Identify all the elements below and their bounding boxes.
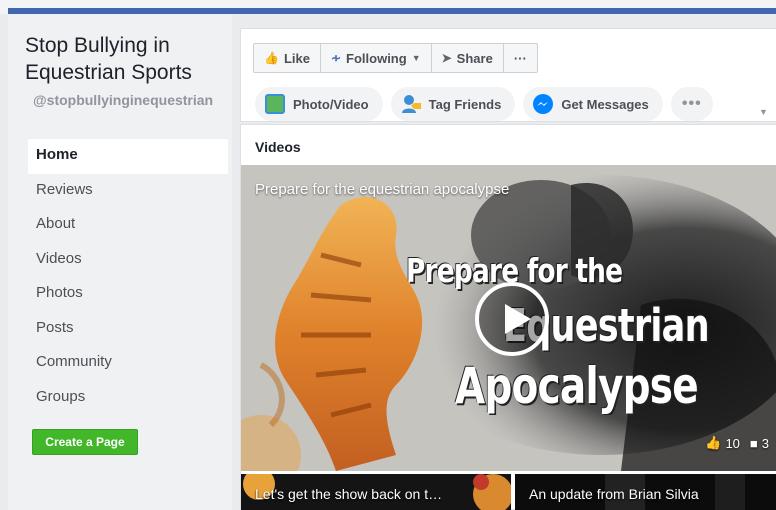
- page-title[interactable]: Stop Bullying in Equestrian Sports: [25, 32, 225, 86]
- like-button[interactable]: 👍 Like: [254, 44, 321, 72]
- video-thumb-caption: An update from Brian Silvia: [529, 486, 699, 502]
- following-button[interactable]: ∻ Following ▼: [321, 44, 432, 72]
- like-count: 10: [725, 435, 740, 451]
- nav-item-about[interactable]: About: [28, 208, 228, 243]
- play-icon[interactable]: [475, 282, 549, 356]
- composer-actions: Photo/Video Tag Friends Get Messages •••: [255, 87, 713, 121]
- nav-item-videos[interactable]: Videos: [28, 243, 228, 278]
- nav-item-reviews[interactable]: Reviews: [28, 174, 228, 209]
- video-thumb[interactable]: Let's get the show back on t…: [241, 474, 511, 510]
- scroll-down-icon[interactable]: ▼: [759, 107, 768, 117]
- create-page-button[interactable]: Create a Page: [32, 429, 138, 455]
- nav-item-photos[interactable]: Photos: [28, 277, 228, 312]
- following-label: Following: [346, 50, 407, 66]
- page-buttons: 👍 Like ∻ Following ▼ ➤ Share ···: [253, 43, 538, 73]
- comment-icon: ■: [749, 435, 758, 451]
- more-actions-button[interactable]: ···: [504, 44, 537, 72]
- like-icon: 👍: [264, 51, 279, 65]
- photo-video-label: Photo/Video: [293, 96, 369, 112]
- share-label: Share: [456, 50, 493, 66]
- page-nav: Home Reviews About Videos Photos Posts C…: [28, 139, 228, 415]
- top-bar: [0, 0, 776, 14]
- composer-more-button[interactable]: •••: [670, 87, 713, 121]
- tag-friends-button[interactable]: Tag Friends: [390, 87, 516, 121]
- nav-item-groups[interactable]: Groups: [28, 381, 228, 416]
- nav-item-posts[interactable]: Posts: [28, 312, 228, 347]
- like-count-icon: 👍: [705, 435, 722, 450]
- rss-icon: ∻: [330, 51, 342, 65]
- photo-video-button[interactable]: Photo/Video: [255, 87, 383, 121]
- get-messages-button[interactable]: Get Messages: [523, 87, 663, 121]
- poster-line-3: Apocalypse: [455, 357, 699, 415]
- get-messages-label: Get Messages: [561, 96, 649, 112]
- video-thumb[interactable]: An update from Brian Silvia: [515, 474, 776, 510]
- like-label: Like: [283, 50, 310, 66]
- featured-video-caption: Prepare for the equestrian apocalypse: [255, 181, 510, 198]
- featured-video[interactable]: Prepare for the equestrian apocalypse Pr…: [241, 165, 776, 471]
- share-icon: ➤: [441, 51, 452, 65]
- video-thumb-caption: Let's get the show back on t…: [255, 486, 443, 502]
- main-column: 👍 Like ∻ Following ▼ ➤ Share ··· Photo/V…: [240, 14, 776, 510]
- photo-icon: [265, 94, 285, 114]
- nav-item-community[interactable]: Community: [28, 346, 228, 381]
- videos-section: Videos Prepare for the equestrian apocal…: [240, 124, 776, 510]
- page-handle[interactable]: @stopbullyinginequestrian: [33, 92, 223, 108]
- tag-friends-label: Tag Friends: [428, 96, 502, 112]
- comment-count: 3: [761, 435, 769, 451]
- videos-section-title[interactable]: Videos: [255, 139, 301, 155]
- nav-item-home[interactable]: Home: [28, 139, 228, 174]
- messenger-icon: [533, 94, 554, 114]
- share-button[interactable]: ➤ Share: [432, 44, 504, 72]
- page-action-bar: 👍 Like ∻ Following ▼ ➤ Share ··· Photo/V…: [240, 28, 776, 122]
- tag-friends-icon: [401, 94, 421, 114]
- video-stats: 👍 10 ■ 3: [705, 435, 769, 451]
- chevron-down-icon: ▼: [411, 53, 421, 63]
